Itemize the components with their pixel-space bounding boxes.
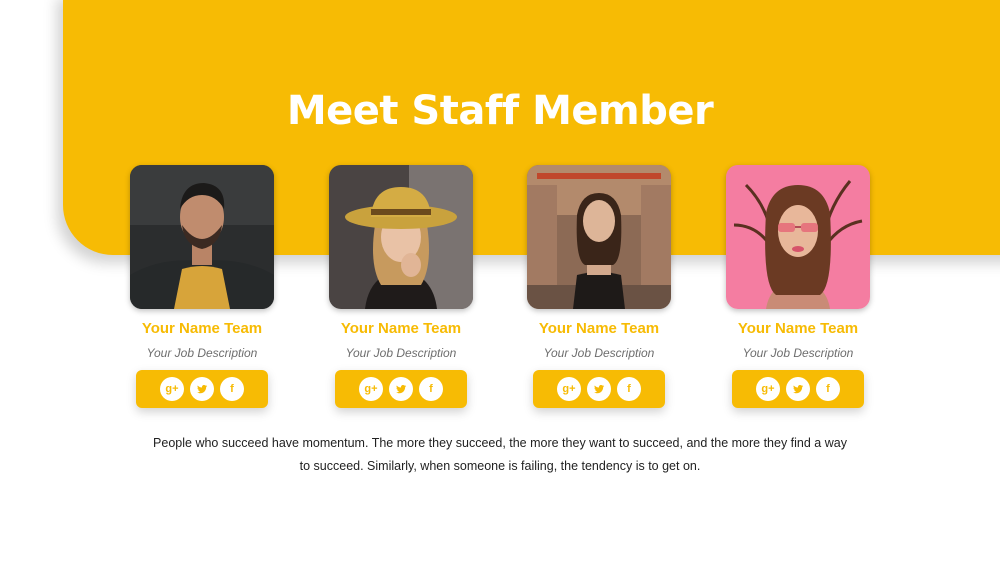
- description-text: People who succeed have momentum. The mo…: [153, 436, 847, 473]
- staff-photo: [130, 165, 274, 309]
- facebook-icon[interactable]: f: [816, 377, 840, 401]
- staff-photo: [726, 165, 870, 309]
- twitter-icon[interactable]: [587, 377, 611, 401]
- twitter-icon[interactable]: [786, 377, 810, 401]
- google-plus-icon[interactable]: g+: [160, 377, 184, 401]
- google-plus-icon[interactable]: g+: [359, 377, 383, 401]
- staff-name: Your Name Team: [340, 320, 462, 337]
- staff-job-description: Your Job Description: [146, 346, 258, 360]
- staff-photo: [329, 165, 473, 309]
- social-links: g+ f: [533, 370, 665, 408]
- social-links: g+ f: [136, 370, 268, 408]
- facebook-icon[interactable]: f: [419, 377, 443, 401]
- google-plus-icon[interactable]: g+: [557, 377, 581, 401]
- social-links: g+ f: [335, 370, 467, 408]
- twitter-icon[interactable]: [389, 377, 413, 401]
- social-links: g+ f: [732, 370, 864, 408]
- google-plus-icon[interactable]: g+: [756, 377, 780, 401]
- staff-name: Your Name Team: [141, 320, 263, 337]
- staff-job-description: Your Job Description: [543, 346, 655, 360]
- facebook-icon[interactable]: f: [617, 377, 641, 401]
- staff-photo: [527, 165, 671, 309]
- facebook-icon[interactable]: f: [220, 377, 244, 401]
- staff-name: Your Name Team: [538, 320, 660, 337]
- staff-name: Your Name Team: [737, 320, 859, 337]
- twitter-icon[interactable]: [190, 377, 214, 401]
- staff-job-description: Your Job Description: [345, 346, 457, 360]
- staff-job-description: Your Job Description: [742, 346, 854, 360]
- page-title: Meet Staff Member: [286, 88, 714, 134]
